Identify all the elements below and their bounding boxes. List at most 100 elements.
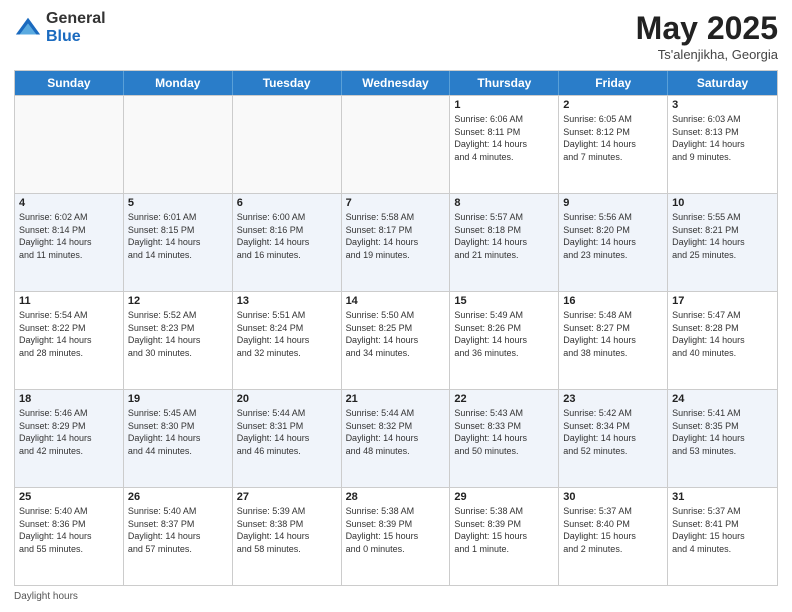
day-info: Sunrise: 5:43 AM Sunset: 8:33 PM Dayligh…	[454, 407, 554, 457]
header-day-saturday: Saturday	[668, 71, 777, 95]
header: General Blue May 2025 Ts'alenjikha, Geor…	[14, 10, 778, 62]
day-cell-6: 6 Sunrise: 6:00 AM Sunset: 8:16 PM Daylig…	[233, 194, 342, 291]
logo-blue-label: Blue	[46, 28, 106, 46]
day-cell-27: 27Sunrise: 5:39 AM Sunset: 8:38 PM Dayli…	[233, 488, 342, 585]
day-number: 28	[346, 491, 446, 503]
day-cell-2: 2 Sunrise: 6:05 AM Sunset: 8:12 PM Daylig…	[559, 96, 668, 193]
day-info: Sunrise: 5:42 AM Sunset: 8:34 PM Dayligh…	[563, 407, 663, 457]
day-number: 13	[237, 295, 337, 307]
day-number: 10	[672, 197, 773, 209]
calendar-header-row: SundayMondayTuesdayWednesdayThursdayFrid…	[15, 71, 777, 95]
day-info: Sunrise: 6:06 AM Sunset: 8:11 PM Dayligh…	[454, 113, 554, 163]
day-cell-22: 22Sunrise: 5:43 AM Sunset: 8:33 PM Dayli…	[450, 390, 559, 487]
day-info: Sunrise: 5:44 AM Sunset: 8:32 PM Dayligh…	[346, 407, 446, 457]
calendar-body: 1 Sunrise: 6:06 AM Sunset: 8:11 PM Daylig…	[15, 95, 777, 585]
day-info: Sunrise: 5:40 AM Sunset: 8:37 PM Dayligh…	[128, 505, 228, 555]
day-info: Sunrise: 5:47 AM Sunset: 8:28 PM Dayligh…	[672, 309, 773, 359]
day-info: Sunrise: 5:40 AM Sunset: 8:36 PM Dayligh…	[19, 505, 119, 555]
calendar: SundayMondayTuesdayWednesdayThursdayFrid…	[14, 70, 778, 586]
day-info: Sunrise: 5:48 AM Sunset: 8:27 PM Dayligh…	[563, 309, 663, 359]
day-info: Sunrise: 5:38 AM Sunset: 8:39 PM Dayligh…	[346, 505, 446, 555]
day-info: Sunrise: 6:03 AM Sunset: 8:13 PM Dayligh…	[672, 113, 773, 163]
day-cell-14: 14 Sunrise: 5:50 AM Sunset: 8:25 PM Dayli…	[342, 292, 451, 389]
day-number: 6	[237, 197, 337, 209]
page: General Blue May 2025 Ts'alenjikha, Geor…	[0, 0, 792, 612]
empty-cell	[124, 96, 233, 193]
day-number: 7	[346, 197, 446, 209]
day-cell-30: 30Sunrise: 5:37 AM Sunset: 8:40 PM Dayli…	[559, 488, 668, 585]
day-number: 18	[19, 393, 119, 405]
day-info: Sunrise: 5:37 AM Sunset: 8:41 PM Dayligh…	[672, 505, 773, 555]
calendar-row-5: 25 Sunrise: 5:40 AM Sunset: 8:36 PM Dayli…	[15, 487, 777, 585]
day-number: 20	[237, 393, 337, 405]
day-cell-10: 10 Sunrise: 5:55 AM Sunset: 8:21 PM Dayli…	[668, 194, 777, 291]
day-info: Sunrise: 6:05 AM Sunset: 8:12 PM Dayligh…	[563, 113, 663, 163]
day-cell-9: 9Sunrise: 5:56 AM Sunset: 8:20 PM Daylig…	[559, 194, 668, 291]
day-info: Sunrise: 6:01 AM Sunset: 8:15 PM Dayligh…	[128, 211, 228, 261]
day-number: 12	[128, 295, 228, 307]
day-cell-24: 24Sunrise: 5:41 AM Sunset: 8:35 PM Dayli…	[668, 390, 777, 487]
day-info: Sunrise: 5:38 AM Sunset: 8:39 PM Dayligh…	[454, 505, 554, 555]
calendar-row-1: 1 Sunrise: 6:06 AM Sunset: 8:11 PM Daylig…	[15, 95, 777, 193]
day-number: 14	[346, 295, 446, 307]
day-cell-15: 15Sunrise: 5:49 AM Sunset: 8:26 PM Dayli…	[450, 292, 559, 389]
day-info: Sunrise: 5:37 AM Sunset: 8:40 PM Dayligh…	[563, 505, 663, 555]
day-info: Sunrise: 5:55 AM Sunset: 8:21 PM Dayligh…	[672, 211, 773, 261]
logo-icon	[14, 14, 42, 42]
day-number: 1	[454, 99, 554, 111]
day-number: 24	[672, 393, 773, 405]
day-number: 15	[454, 295, 554, 307]
day-number: 29	[454, 491, 554, 503]
footer: Daylight hours	[14, 591, 778, 602]
day-info: Sunrise: 5:50 AM Sunset: 8:25 PM Dayligh…	[346, 309, 446, 359]
day-number: 16	[563, 295, 663, 307]
header-day-tuesday: Tuesday	[233, 71, 342, 95]
day-cell-3: 3 Sunrise: 6:03 AM Sunset: 8:13 PM Daylig…	[668, 96, 777, 193]
header-day-wednesday: Wednesday	[342, 71, 451, 95]
day-cell-5: 5 Sunrise: 6:01 AM Sunset: 8:15 PM Daylig…	[124, 194, 233, 291]
calendar-row-4: 18Sunrise: 5:46 AM Sunset: 8:29 PM Dayli…	[15, 389, 777, 487]
day-cell-12: 12 Sunrise: 5:52 AM Sunset: 8:23 PM Dayli…	[124, 292, 233, 389]
day-number: 25	[19, 491, 119, 503]
day-info: Sunrise: 5:52 AM Sunset: 8:23 PM Dayligh…	[128, 309, 228, 359]
day-number: 2	[563, 99, 663, 111]
empty-cell	[233, 96, 342, 193]
title-block: May 2025 Ts'alenjikha, Georgia	[636, 10, 778, 62]
day-cell-17: 17Sunrise: 5:47 AM Sunset: 8:28 PM Dayli…	[668, 292, 777, 389]
day-cell-19: 19Sunrise: 5:45 AM Sunset: 8:30 PM Dayli…	[124, 390, 233, 487]
day-number: 5	[128, 197, 228, 209]
day-number: 4	[19, 197, 119, 209]
header-day-friday: Friday	[559, 71, 668, 95]
day-info: Sunrise: 5:58 AM Sunset: 8:17 PM Dayligh…	[346, 211, 446, 261]
day-info: Sunrise: 6:02 AM Sunset: 8:14 PM Dayligh…	[19, 211, 119, 261]
empty-cell	[342, 96, 451, 193]
day-number: 21	[346, 393, 446, 405]
day-cell-16: 16 Sunrise: 5:48 AM Sunset: 8:27 PM Dayli…	[559, 292, 668, 389]
day-cell-26: 26Sunrise: 5:40 AM Sunset: 8:37 PM Dayli…	[124, 488, 233, 585]
day-cell-1: 1 Sunrise: 6:06 AM Sunset: 8:11 PM Daylig…	[450, 96, 559, 193]
day-cell-25: 25 Sunrise: 5:40 AM Sunset: 8:36 PM Dayli…	[15, 488, 124, 585]
calendar-row-2: 4 Sunrise: 6:02 AM Sunset: 8:14 PM Daylig…	[15, 193, 777, 291]
day-info: Sunrise: 6:00 AM Sunset: 8:16 PM Dayligh…	[237, 211, 337, 261]
header-day-sunday: Sunday	[15, 71, 124, 95]
header-day-thursday: Thursday	[450, 71, 559, 95]
day-number: 8	[454, 197, 554, 209]
logo: General Blue	[14, 10, 106, 45]
day-number: 3	[672, 99, 773, 111]
day-number: 31	[672, 491, 773, 503]
day-cell-18: 18Sunrise: 5:46 AM Sunset: 8:29 PM Dayli…	[15, 390, 124, 487]
calendar-row-3: 11Sunrise: 5:54 AM Sunset: 8:22 PM Dayli…	[15, 291, 777, 389]
logo-general-label: General	[46, 10, 106, 28]
day-info: Sunrise: 5:51 AM Sunset: 8:24 PM Dayligh…	[237, 309, 337, 359]
day-cell-28: 28 Sunrise: 5:38 AM Sunset: 8:39 PM Dayli…	[342, 488, 451, 585]
day-number: 11	[19, 295, 119, 307]
day-cell-4: 4 Sunrise: 6:02 AM Sunset: 8:14 PM Daylig…	[15, 194, 124, 291]
day-cell-21: 21 Sunrise: 5:44 AM Sunset: 8:32 PM Dayli…	[342, 390, 451, 487]
title-month: May 2025	[636, 10, 778, 47]
empty-cell	[15, 96, 124, 193]
day-info: Sunrise: 5:45 AM Sunset: 8:30 PM Dayligh…	[128, 407, 228, 457]
day-number: 23	[563, 393, 663, 405]
footer-label: Daylight hours	[14, 591, 78, 602]
day-number: 27	[237, 491, 337, 503]
day-cell-11: 11Sunrise: 5:54 AM Sunset: 8:22 PM Dayli…	[15, 292, 124, 389]
